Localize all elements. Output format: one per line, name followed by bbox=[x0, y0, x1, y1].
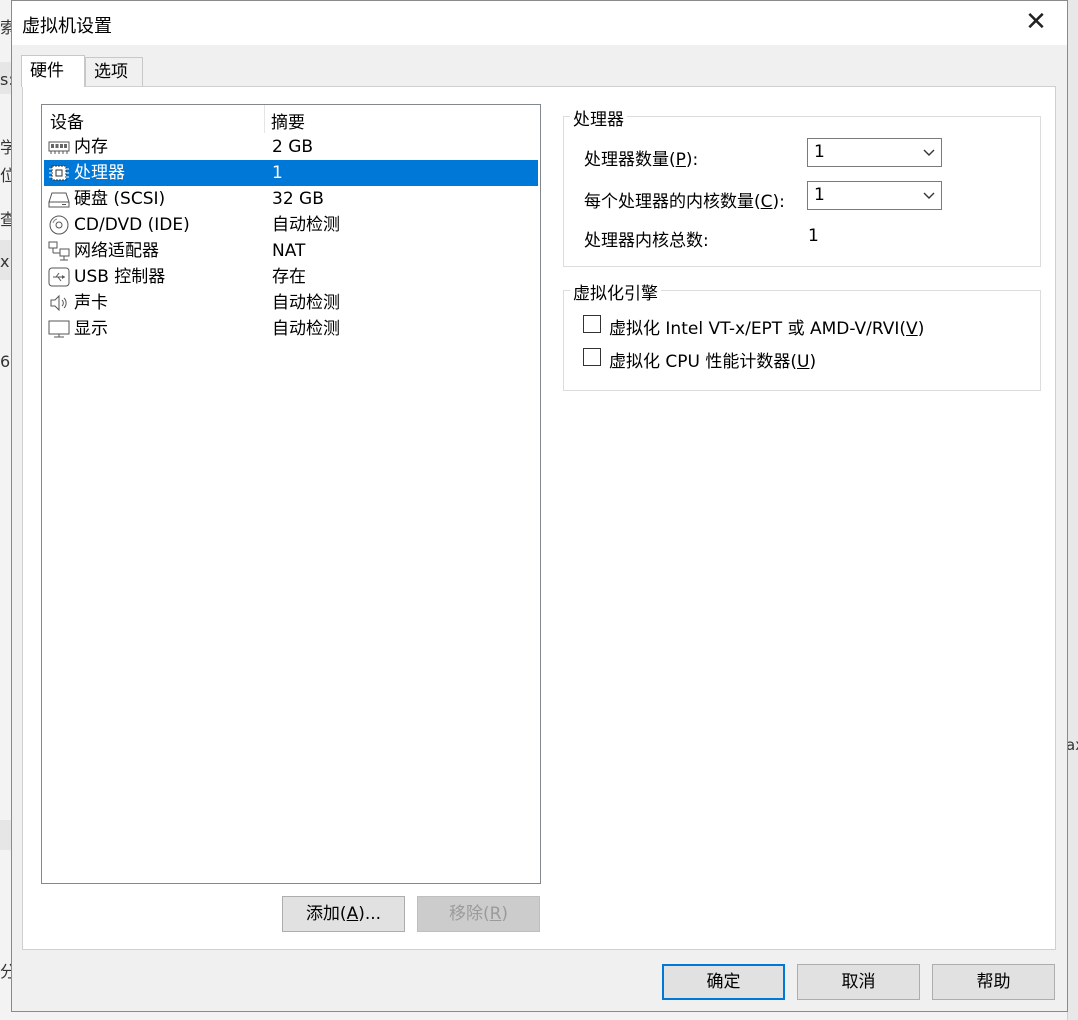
device-list[interactable]: 设备 摘要 内存 2 GB 处理器 1 硬盘 (SCSI) 32 GB CD/D… bbox=[41, 104, 541, 884]
column-divider[interactable] bbox=[264, 105, 265, 133]
hard-disk-icon bbox=[48, 192, 70, 208]
device-column-header[interactable]: 设备 bbox=[50, 108, 84, 133]
display-icon bbox=[48, 320, 70, 338]
num-processors-label: 处理器数量(P): bbox=[584, 150, 699, 170]
device-list-header: 设备 摘要 bbox=[42, 105, 540, 133]
ok-button[interactable]: 确定 bbox=[662, 964, 785, 1000]
vm-settings-dialog: 虚拟机设置 ✕ 硬件 选项 设备 摘要 内存 2 GB 处理器 1 硬盘 (SC… bbox=[11, 0, 1068, 1012]
device-row-cd-dvd[interactable]: CD/DVD (IDE) 自动检测 bbox=[44, 212, 538, 238]
device-row-network-adapter[interactable]: 网络适配器 NAT bbox=[44, 238, 538, 264]
cores-per-processor-label: 每个处理器的内核数量(C): bbox=[584, 192, 785, 212]
dialog-title: 虚拟机设置 bbox=[22, 16, 112, 37]
device-summary: 自动检测 bbox=[272, 215, 340, 235]
title-bar[interactable]: 虚拟机设置 ✕ bbox=[12, 1, 1067, 45]
mnemonic-key: A bbox=[346, 904, 359, 924]
usb-icon bbox=[48, 267, 70, 287]
button-label: 添加( bbox=[305, 904, 347, 924]
device-summary: 32 GB bbox=[272, 189, 324, 209]
device-name: 声卡 bbox=[74, 293, 108, 313]
hardware-panel: 设备 摘要 内存 2 GB 处理器 1 硬盘 (SCSI) 32 GB CD/D… bbox=[22, 86, 1056, 950]
device-summary: NAT bbox=[272, 241, 306, 261]
button-label: 移除( bbox=[448, 904, 490, 924]
button-label: ) bbox=[501, 904, 509, 924]
num-processors-select[interactable]: 1 bbox=[807, 138, 942, 167]
device-name: 网络适配器 bbox=[74, 241, 159, 261]
device-summary: 存在 bbox=[272, 267, 306, 287]
close-icon: ✕ bbox=[1025, 7, 1047, 37]
chevron-down-icon bbox=[923, 192, 935, 199]
processor-group-title: 处理器 bbox=[570, 105, 627, 130]
mnemonic-key: V bbox=[906, 319, 918, 339]
device-row-display[interactable]: 显示 自动检测 bbox=[44, 316, 538, 342]
device-name: 显示 bbox=[74, 319, 108, 339]
device-name: CD/DVD (IDE) bbox=[74, 215, 190, 235]
device-row-sound-card[interactable]: 声卡 自动检测 bbox=[44, 290, 538, 316]
sound-card-icon bbox=[50, 294, 67, 312]
device-row-usb-controller[interactable]: USB 控制器 存在 bbox=[44, 264, 538, 290]
tab-options[interactable]: 选项 bbox=[85, 57, 143, 87]
chevron-down-icon bbox=[923, 149, 935, 156]
mnemonic-key: P bbox=[675, 150, 686, 170]
memory-icon bbox=[48, 141, 70, 154]
cores-per-processor-value: 1 bbox=[814, 185, 825, 205]
processor-icon bbox=[49, 165, 69, 181]
mnemonic-key: C bbox=[760, 192, 773, 212]
network-adapter-icon bbox=[48, 241, 70, 261]
vtx-checkbox[interactable] bbox=[583, 315, 601, 333]
tab-hardware[interactable]: 硬件 bbox=[21, 55, 85, 87]
cores-per-processor-select[interactable]: 1 bbox=[807, 181, 942, 210]
virtualization-engine-group: 虚拟化引擎 虚拟化 Intel VT-x/EPT 或 AMD-V/RVI(V) … bbox=[563, 279, 1041, 391]
cancel-button[interactable]: 取消 bbox=[797, 964, 920, 1000]
close-button[interactable]: ✕ bbox=[1013, 5, 1059, 41]
remove-device-button[interactable]: 移除(R) bbox=[417, 896, 540, 932]
device-summary: 2 GB bbox=[272, 137, 314, 157]
cpu-counters-checkbox[interactable] bbox=[583, 348, 601, 366]
background-window-edge: ax bbox=[1066, 0, 1078, 1020]
mnemonic-key: U bbox=[797, 352, 810, 372]
mnemonic-key: R bbox=[489, 904, 502, 924]
cd-dvd-icon bbox=[49, 215, 69, 235]
summary-column-header[interactable]: 摘要 bbox=[271, 108, 305, 133]
device-summary: 自动检测 bbox=[272, 319, 340, 339]
device-row-processor[interactable]: 处理器 1 bbox=[44, 160, 538, 186]
help-button[interactable]: 帮助 bbox=[932, 964, 1055, 1000]
total-cores-label: 处理器内核总数: bbox=[584, 231, 709, 251]
num-processors-value: 1 bbox=[814, 142, 825, 162]
processor-group: 处理器 处理器数量(P): 1 每个处理器的内核数量(C): 1 处理器内核总数… bbox=[563, 105, 1041, 267]
device-row-hard-disk[interactable]: 硬盘 (SCSI) 32 GB bbox=[44, 186, 538, 212]
vtx-label[interactable]: 虚拟化 Intel VT-x/EPT 或 AMD-V/RVI(V) bbox=[609, 314, 924, 339]
virtualization-group-title: 虚拟化引擎 bbox=[570, 279, 661, 304]
total-cores-value: 1 bbox=[808, 226, 819, 246]
device-summary: 自动检测 bbox=[272, 293, 340, 313]
device-name: 内存 bbox=[74, 137, 108, 157]
device-row-memory[interactable]: 内存 2 GB bbox=[44, 134, 538, 160]
device-name: 硬盘 (SCSI) bbox=[74, 189, 166, 209]
device-name: 处理器 bbox=[74, 163, 125, 183]
device-name: USB 控制器 bbox=[74, 267, 166, 287]
button-label: )... bbox=[358, 904, 382, 924]
device-summary: 1 bbox=[272, 163, 283, 183]
cpu-counters-label[interactable]: 虚拟化 CPU 性能计数器(U) bbox=[609, 347, 816, 372]
add-device-button[interactable]: 添加(A)... bbox=[282, 896, 405, 932]
